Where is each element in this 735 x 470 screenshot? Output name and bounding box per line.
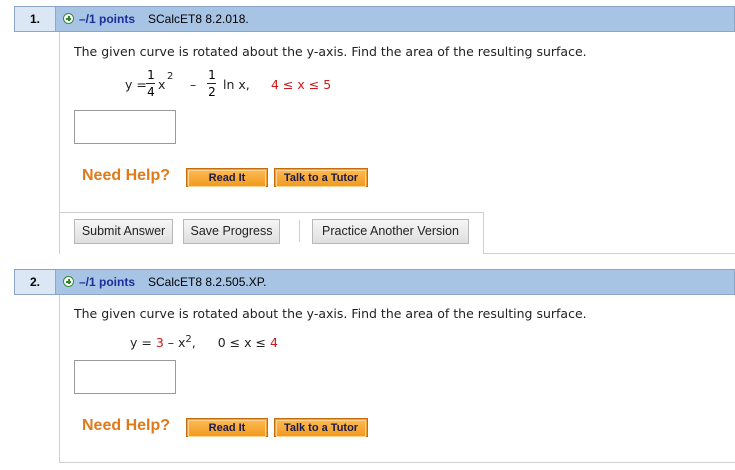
divider (299, 220, 300, 242)
need-help-label: Need Help? (82, 417, 171, 434)
question-prompt: The given curve is rotated about the y-a… (74, 306, 587, 321)
save-progress-button[interactable]: Save Progress (183, 219, 280, 244)
eq-term1: x (158, 77, 166, 92)
read-it-label: Read It (188, 170, 266, 187)
read-it-button[interactable]: Read It (186, 418, 268, 437)
answer-input[interactable] (74, 110, 176, 144)
read-it-label: Read It (188, 420, 266, 437)
eq-range-a: 0 ≤ x ≤ (217, 335, 270, 351)
frac2-numerator: 1 (208, 68, 216, 82)
plus-icon[interactable] (63, 13, 74, 24)
practice-another-version-button[interactable]: Practice Another Version (312, 219, 469, 244)
plus-icon[interactable] (63, 276, 74, 287)
points-label: –/1 points (79, 275, 136, 289)
submit-answer-button[interactable]: Submit Answer (74, 219, 173, 244)
talk-to-tutor-label: Talk to a Tutor (276, 420, 366, 437)
eq-constant: 3 (155, 335, 164, 351)
talk-to-tutor-button[interactable]: Talk to a Tutor (274, 168, 368, 187)
talk-to-tutor-label: Talk to a Tutor (276, 170, 366, 187)
points-label: –/1 points (79, 12, 136, 26)
frac2-denominator: 2 (208, 85, 216, 99)
eq-lhs: y = (125, 77, 147, 92)
frac1-numerator: 1 (147, 68, 155, 82)
equation: y = 3 – x2, 0 ≤ x ≤ 4 (130, 334, 278, 350)
fraction-bar (146, 83, 155, 84)
talk-to-tutor-button[interactable]: Talk to a Tutor (274, 418, 368, 437)
eq-term: – x (163, 335, 186, 351)
question-prompt: The given curve is rotated about the y-a… (74, 44, 587, 59)
answer-input[interactable] (74, 360, 176, 394)
read-it-button[interactable]: Read It (186, 168, 268, 187)
eq-term2: ln x, (223, 77, 250, 92)
eq-lhs: y = (130, 335, 156, 351)
question-ref: SCalcET8 8.2.505.XP. (148, 275, 267, 289)
question-1-header: 1. –/1 points SCalcET8 8.2.018. (14, 6, 735, 32)
eq-range-b: 4 (269, 335, 278, 351)
question-2-header: 2. –/1 points SCalcET8 8.2.505.XP. (14, 269, 735, 295)
eq-comma: , (191, 335, 196, 351)
need-help-label: Need Help? (82, 167, 171, 184)
fraction-bar (207, 83, 216, 84)
eq-range: 4 ≤ x ≤ 5 (271, 77, 332, 92)
eq-minus: – (190, 77, 197, 92)
question-number: 2. (15, 270, 56, 294)
eq-range: 0 ≤ x ≤ 4 (218, 335, 278, 350)
question-ref: SCalcET8 8.2.018. (148, 12, 249, 26)
question-number: 1. (15, 7, 56, 31)
eq-exponent: 2 (167, 71, 174, 82)
frac1-denominator: 4 (147, 85, 155, 99)
